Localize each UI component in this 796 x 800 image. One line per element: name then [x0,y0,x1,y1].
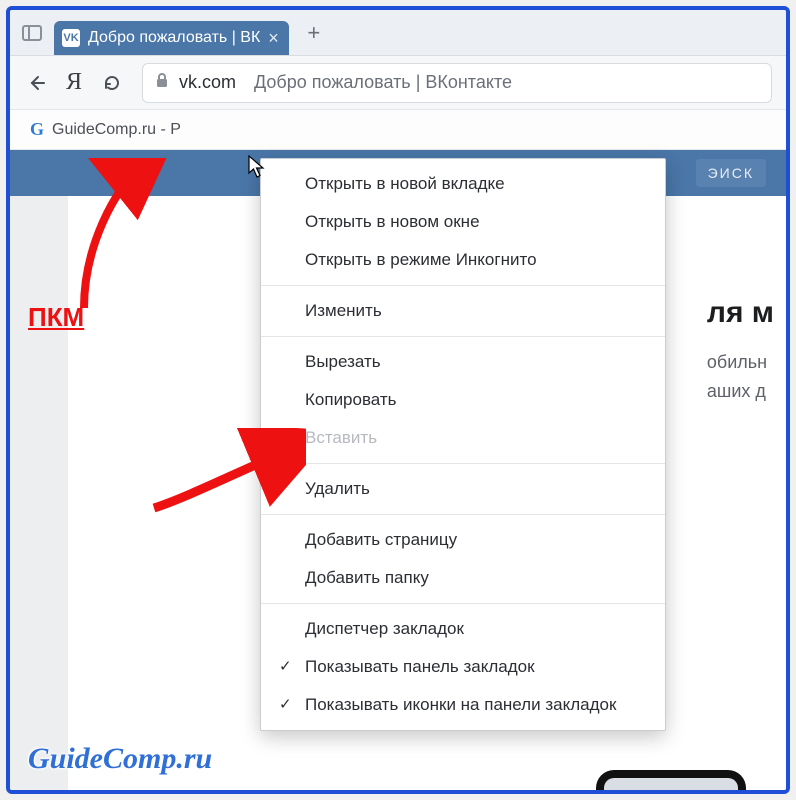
vk-search-fragment[interactable]: ЭИСК [696,159,766,187]
address-page-title: Добро пожаловать | ВКонтакте [254,72,512,93]
vk-favicon-icon: VK [62,29,80,47]
ctx-separator [261,603,665,604]
ctx-open-incognito[interactable]: Открыть в режиме Инкогнито [261,241,665,279]
ctx-open-new-window[interactable]: Открыть в новом окне [261,203,665,241]
bookmarks-bar: G GuideComp.ru - Р [10,110,786,150]
ctx-paste: Вставить [261,419,665,457]
annotation-arrow-to-delete [146,428,306,518]
ctx-separator [261,285,665,286]
tab-active[interactable]: VK Добро пожаловать | ВК × [54,21,289,55]
toolbar: Я vk.com Добро пожаловать | ВКонтакте [10,56,786,110]
close-tab-icon[interactable]: × [268,29,279,47]
vk-subtext-2: аших д [707,377,774,406]
phone-mockup-fragment [596,770,746,790]
side-panel-toggle[interactable] [16,19,48,47]
reload-button[interactable] [100,71,124,95]
browser-home-logo[interactable]: Я [66,69,82,96]
ctx-separator [261,463,665,464]
ctx-show-icons-on-bar[interactable]: Показывать иконки на панели закладок [261,686,665,724]
ctx-add-folder[interactable]: Добавить папку [261,559,665,597]
address-host: vk.com [179,72,236,93]
ctx-show-bookmarks-bar[interactable]: Показывать панель закладок [261,648,665,686]
ctx-separator [261,336,665,337]
tab-title: Добро пожаловать | ВК [88,29,260,47]
back-button[interactable] [24,71,48,95]
ctx-edit[interactable]: Изменить [261,292,665,330]
ctx-cut[interactable]: Вырезать [261,343,665,381]
ctx-separator [261,514,665,515]
bookmark-item-guidecomp[interactable]: G GuideComp.ru - Р [24,115,187,144]
vk-heading-text: ля м [707,296,774,330]
annotation-arrow-to-bookmark [64,158,184,318]
phone-screen [604,778,738,790]
vk-heading-fragment: ля м обильн аших д [707,296,774,406]
ctx-delete[interactable]: Удалить [261,470,665,508]
new-tab-button[interactable]: + [299,18,329,48]
ctx-copy[interactable]: Копировать [261,381,665,419]
bookmark-favicon-icon: G [30,119,44,140]
watermark: GuideComp.ru [28,742,212,776]
ctx-bookmark-manager[interactable]: Диспетчер закладок [261,610,665,648]
annotation-pkm-label: ПКМ [28,302,84,333]
lock-icon [155,72,169,93]
ctx-add-page[interactable]: Добавить страницу [261,521,665,559]
ctx-open-new-tab[interactable]: Открыть в новой вкладке [261,165,665,203]
address-bar[interactable]: vk.com Добро пожаловать | ВКонтакте [142,63,772,103]
context-menu: Открыть в новой вкладке Открыть в новом … [260,158,666,731]
cursor-icon [248,155,266,184]
vk-subtext-1: обильн [707,348,774,377]
tab-strip: VK Добро пожаловать | ВК × + [10,10,786,56]
browser-window: VK Добро пожаловать | ВК × + Я [6,6,790,794]
bookmark-label: GuideComp.ru - Р [52,121,181,139]
